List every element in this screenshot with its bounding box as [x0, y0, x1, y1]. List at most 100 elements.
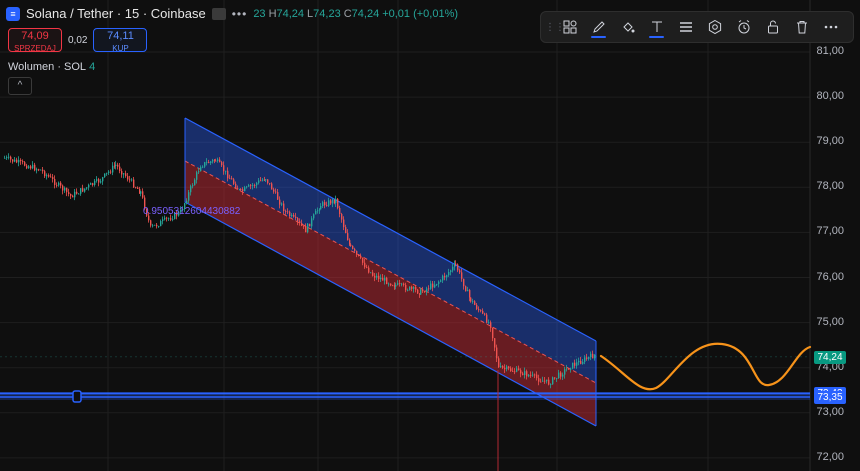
candle-body [366, 267, 368, 269]
template-icon[interactable] [555, 14, 584, 40]
candle-body [478, 309, 480, 311]
candle-body [44, 171, 46, 177]
candle-body [98, 179, 100, 183]
candle-body [407, 289, 409, 291]
candle-body [526, 371, 528, 377]
candle-body [269, 182, 271, 184]
ohlc-key: C [343, 7, 352, 20]
candle-body [307, 223, 309, 233]
candle-body [528, 374, 530, 377]
alert-icon[interactable] [729, 14, 758, 40]
brush-color-underline [591, 36, 606, 38]
text-icon[interactable] [642, 14, 671, 40]
candle-body [339, 207, 341, 215]
candle-body [544, 380, 546, 382]
candle-body [260, 180, 262, 182]
candle-body [554, 377, 556, 379]
symbol-list-icon[interactable]: ≡ [6, 6, 20, 21]
candle-body [271, 183, 273, 190]
candle-body [273, 189, 275, 192]
candle-body [341, 214, 343, 220]
candle-body [112, 165, 114, 173]
candle-body [442, 275, 444, 281]
candle-body [106, 172, 108, 174]
candle-body [352, 245, 354, 249]
candle-body [74, 191, 76, 198]
candle-body [409, 286, 411, 290]
candle-body [540, 381, 542, 383]
candle-body [452, 266, 454, 271]
buy-button[interactable]: 74,11 KUP [93, 28, 148, 53]
buy-label: KUP [112, 44, 129, 53]
candle-body [285, 211, 287, 212]
lock-icon[interactable] [758, 14, 787, 40]
candle-body [265, 179, 267, 181]
candle-body [522, 373, 524, 376]
candle-body [572, 362, 574, 369]
flag-icon[interactable] [211, 7, 226, 20]
candle-body [20, 159, 22, 162]
candle-body [534, 374, 536, 376]
candle-body [115, 164, 117, 166]
candle-body [574, 362, 576, 366]
candle-body [267, 179, 269, 183]
candle-body [119, 166, 121, 172]
candle-body [470, 297, 472, 302]
sell-label: SPRZEDAJ [14, 44, 56, 53]
drag-handle-icon[interactable]: ⋮⋮ [545, 22, 565, 33]
sell-button[interactable]: 74,09 SPRZEDAJ [8, 28, 62, 53]
candle-body [100, 181, 102, 183]
trash-icon[interactable] [787, 14, 816, 40]
candle-body [446, 275, 448, 278]
candle-body [502, 365, 504, 368]
candle-body [518, 368, 520, 371]
candle-body [364, 262, 366, 268]
price-axis-label: 72,00 [816, 450, 844, 463]
candle-body [142, 191, 144, 198]
spread-value: 0,02 [68, 34, 88, 46]
price-axis-label: 80,00 [816, 90, 844, 103]
candle-body [322, 202, 324, 206]
candle-body [530, 374, 532, 376]
fill-icon[interactable] [613, 14, 642, 40]
drawing-toolbar: ⋮⋮ [540, 11, 854, 43]
more-options-icon[interactable]: ••• [232, 7, 248, 21]
candle-body [474, 301, 476, 305]
settings-icon[interactable] [700, 14, 729, 40]
candle-body [70, 194, 72, 196]
candle-body [436, 283, 438, 285]
candle-body [457, 264, 459, 271]
candle-body [215, 160, 217, 162]
candle-body [488, 322, 490, 324]
candle-body [496, 347, 498, 359]
candle-body [14, 159, 16, 162]
candle-body [315, 210, 317, 215]
ohlc-values: 23 H74,24 L74,23 C74,24 +0,01 (+0,01%) [253, 8, 461, 20]
candle-body [332, 199, 334, 204]
candle-body [299, 221, 301, 224]
candle-body [287, 211, 289, 213]
candle-body [420, 289, 422, 295]
candle-body [556, 377, 558, 379]
collapse-chevron-icon[interactable]: ^ [8, 77, 32, 95]
candle-body [172, 218, 174, 220]
channel-lower-fill [185, 161, 596, 426]
candle-body [156, 224, 158, 227]
brush-icon[interactable] [584, 14, 613, 40]
candle-body [448, 272, 450, 276]
symbol-title[interactable]: Solana / Tether · 15 · Coinbase [26, 6, 206, 21]
volume-legend[interactable]: Wolumen · SOL 4 [8, 61, 95, 73]
candle-body [208, 162, 210, 164]
candle-body [150, 220, 152, 226]
line-weight-icon[interactable] [671, 14, 700, 40]
candle-body [392, 285, 394, 287]
candle-body [578, 360, 580, 363]
candle-body [326, 205, 328, 207]
chart-canvas[interactable] [0, 0, 860, 471]
candle-body [415, 287, 417, 290]
candle-body [582, 361, 584, 364]
candle-body [472, 301, 474, 303]
candle-body [374, 275, 376, 278]
candle-body [22, 161, 24, 163]
more-icon[interactable] [816, 14, 845, 40]
